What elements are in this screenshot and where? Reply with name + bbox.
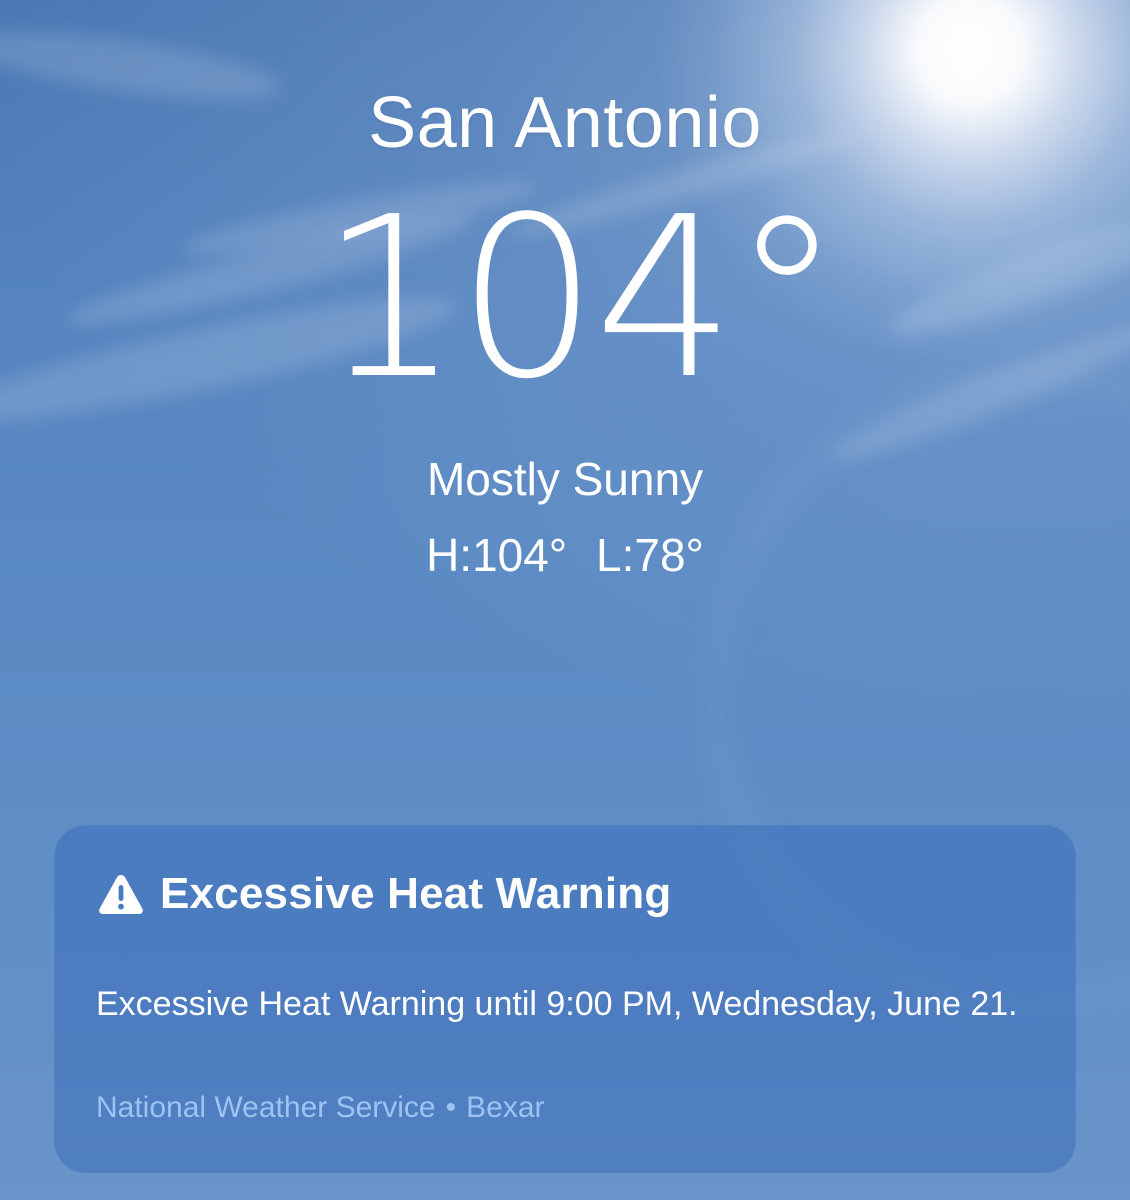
low-temperature: L:78° [596, 529, 704, 581]
source-separator: • [445, 1091, 457, 1124]
alert-source-region: Bexar [466, 1091, 545, 1124]
alert-title: Excessive Heat Warning [160, 869, 672, 918]
severe-weather-alert-card[interactable]: Excessive Heat Warning Excessive Heat Wa… [54, 825, 1076, 1173]
high-low-temperatures: H:104° L:78° [0, 528, 1130, 582]
weather-screen: San Antonio 104° Mostly Sunny H:104° L:7… [0, 0, 1130, 1200]
alert-header: Excessive Heat Warning [98, 869, 671, 919]
alert-source-agency: National Weather Service [96, 1091, 436, 1124]
alert-source: National Weather Service • Bexar [96, 1091, 545, 1125]
city-name: San Antonio [368, 83, 762, 163]
current-temperature: 104° [319, 170, 843, 428]
weather-condition: Mostly Sunny [426, 453, 704, 505]
warning-triangle-icon [99, 875, 143, 914]
high-temperature: H:104° [426, 529, 568, 581]
alert-description: Excessive Heat Warning until 9:00 PM, We… [96, 985, 1018, 1023]
